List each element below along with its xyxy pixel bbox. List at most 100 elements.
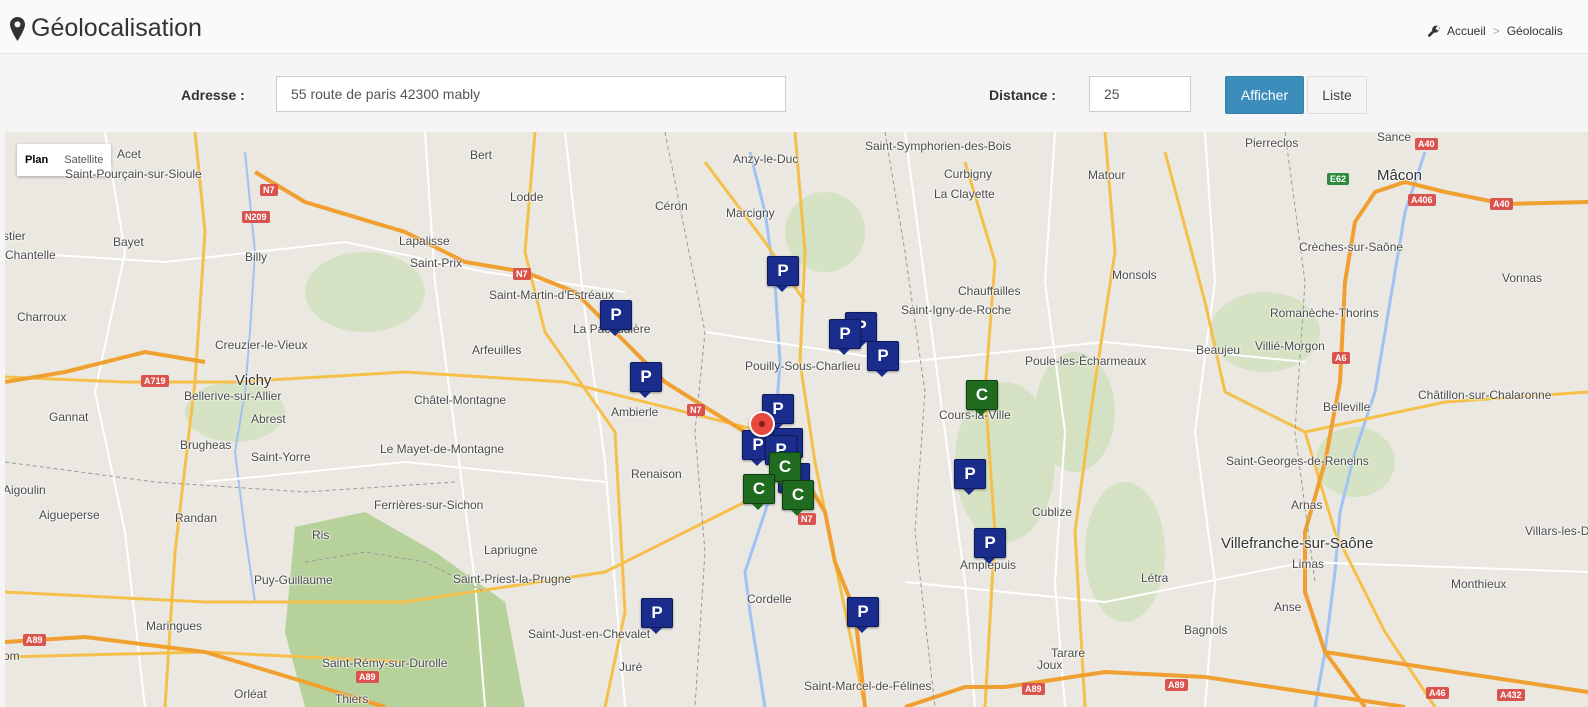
map-place-label: Anse: [1274, 600, 1302, 614]
map-place-label: Gannat: [49, 410, 89, 424]
map-place-label: Anzy-le-Duc: [733, 152, 799, 166]
map-place-label: Juré: [619, 660, 643, 674]
road-shield: N7: [687, 404, 705, 416]
c-marker[interactable]: C: [743, 474, 775, 510]
map-place-label: Monsols: [1112, 268, 1157, 282]
map-place-label: Lapriugne: [484, 543, 538, 557]
distance-label: Distance :: [989, 87, 1056, 103]
c-marker[interactable]: C: [966, 380, 998, 416]
parking-marker[interactable]: P: [954, 459, 986, 495]
road-shield: A89: [23, 634, 46, 646]
list-button[interactable]: Liste: [1307, 76, 1367, 114]
map-place-label: Randan: [175, 511, 218, 525]
map-place-label: Renaison: [631, 467, 682, 481]
map-place-label: Joux: [1037, 658, 1063, 672]
map-place-label: stier: [5, 229, 26, 243]
map-place-label: Pouilly-Sous-Charlieu: [745, 359, 861, 373]
map-place-label: Sance: [1377, 132, 1412, 144]
map-place-label: Bayet: [113, 235, 144, 249]
map-place-label: Le Mayet-de-Montagne: [380, 442, 505, 456]
map-place-label: Arfeuilles: [472, 343, 522, 357]
map-place-label: Châtillon-sur-Chalaronne: [1418, 388, 1552, 402]
map-place-label: Lapalisse: [399, 234, 450, 248]
parking-marker[interactable]: P: [767, 256, 799, 292]
map-place-label: Saint-Just-en-Chevalet: [528, 627, 651, 641]
map-place-label: Saint-Martin-d'Estréaux: [489, 288, 615, 302]
map-place-label: Aigoulin: [5, 483, 46, 497]
parking-marker[interactable]: P: [974, 528, 1006, 564]
road-shield: A6: [1332, 352, 1350, 364]
map-place-label: Saint-Yorre: [251, 450, 311, 464]
map-place-label: Arnas: [1291, 498, 1323, 512]
parking-marker[interactable]: P: [600, 300, 632, 336]
breadcrumb-current: Géolocalis: [1506, 24, 1563, 38]
page-title-text: Géolocalisation: [31, 14, 202, 42]
road-shield: A719: [141, 375, 169, 387]
map-place-label: om: [5, 649, 20, 663]
distance-input[interactable]: [1089, 76, 1191, 112]
road-shield: A89: [1022, 683, 1045, 695]
parking-marker[interactable]: P: [630, 362, 662, 398]
map-place-label: Saint-Igny-de-Roche: [901, 303, 1012, 317]
map-place-label: Bert: [470, 148, 493, 162]
map-place-label: Villefranche-sur-Saône: [1221, 535, 1374, 552]
map-place-label: Chauffailles: [958, 284, 1021, 298]
map-place-label: Limas: [1292, 557, 1325, 571]
map-place-label: Vonnas: [1502, 271, 1543, 285]
road-shield: A406: [1408, 194, 1436, 206]
map-place-label: Monthieux: [1451, 577, 1507, 591]
map-place-label: Puy-Guillaume: [254, 573, 333, 587]
search-location-marker[interactable]: [749, 411, 775, 437]
road-shield: A40: [1490, 198, 1513, 210]
road-shield: A46: [1426, 687, 1449, 699]
map-place-label: Bellerive-sur-Allier: [184, 389, 282, 403]
show-button[interactable]: Afficher: [1225, 76, 1304, 114]
map-view[interactable]: Plan Satellite Saint-Symphorien-des-Bois…: [5, 132, 1588, 707]
map-place-label: Villié-Morgon: [1255, 339, 1325, 353]
road-shield: N209: [242, 211, 270, 223]
road-shield: A89: [1165, 679, 1188, 691]
map-place-label: Ferrières-sur-Sichon: [374, 498, 484, 512]
map-place-label: Saint-Prix: [410, 256, 463, 270]
map-place-label: Céron: [655, 199, 688, 213]
map-place-label: Acet: [117, 147, 142, 161]
map-place-label: Creuzier-le-Vieux: [215, 338, 308, 352]
road-shield: A432: [1497, 689, 1525, 701]
map-place-label: Thiers: [335, 692, 369, 706]
parking-marker[interactable]: P: [847, 597, 879, 633]
map-place-label: Saint-Priest-la-Prugne: [453, 572, 572, 586]
map-place-label: Saint-Marcel-de-Félines: [804, 679, 932, 693]
search-toolbar: Adresse : Distance : Afficher Liste: [0, 54, 1588, 132]
map-place-label: Ambierle: [611, 405, 659, 419]
parking-marker[interactable]: P: [829, 319, 861, 355]
map-place-label: Orléat: [234, 687, 267, 701]
map-place-label: Tarare: [1051, 646, 1086, 660]
page-title: Géolocalisation: [10, 14, 202, 43]
map-place-label: Brugheas: [180, 438, 232, 452]
map-place-label: Curbigny: [944, 167, 993, 181]
map-place-label: Mâcon: [1377, 167, 1423, 184]
map-type-plan-button[interactable]: Plan: [17, 144, 56, 176]
parking-marker[interactable]: P: [641, 598, 673, 634]
breadcrumb: Accueil > Géolocalis: [1428, 24, 1563, 38]
map-place-label: Saint-Georges-de-Reneins: [1226, 454, 1369, 468]
wrench-icon: [1428, 25, 1440, 37]
map-place-label: Marcigny: [726, 206, 775, 220]
breadcrumb-home-link[interactable]: Accueil: [1447, 24, 1486, 38]
map-place-label: Chantelle: [5, 248, 56, 262]
address-input[interactable]: [276, 76, 786, 112]
road-shield: A40: [1415, 138, 1438, 150]
map-marker-icon: [10, 16, 25, 41]
parking-marker[interactable]: P: [867, 341, 899, 377]
map-place-label: Crèches-sur-Saône: [1299, 240, 1404, 254]
map-place-label: Lodde: [510, 190, 544, 204]
map-place-label: La Clayette: [934, 187, 995, 201]
map-place-label: Matour: [1088, 168, 1126, 182]
page-header: Géolocalisation Accueil > Géolocalis: [0, 0, 1588, 54]
map-place-label: Saint-Pourçain-sur-Sioule: [65, 167, 202, 181]
map-place-label: Villars-les-D: [1525, 524, 1588, 538]
c-marker[interactable]: C: [782, 480, 814, 516]
map-place-label: Saint-Rémy-sur-Durolle: [322, 656, 448, 670]
address-label: Adresse :: [181, 87, 245, 103]
map-place-label: Maringues: [146, 619, 203, 633]
